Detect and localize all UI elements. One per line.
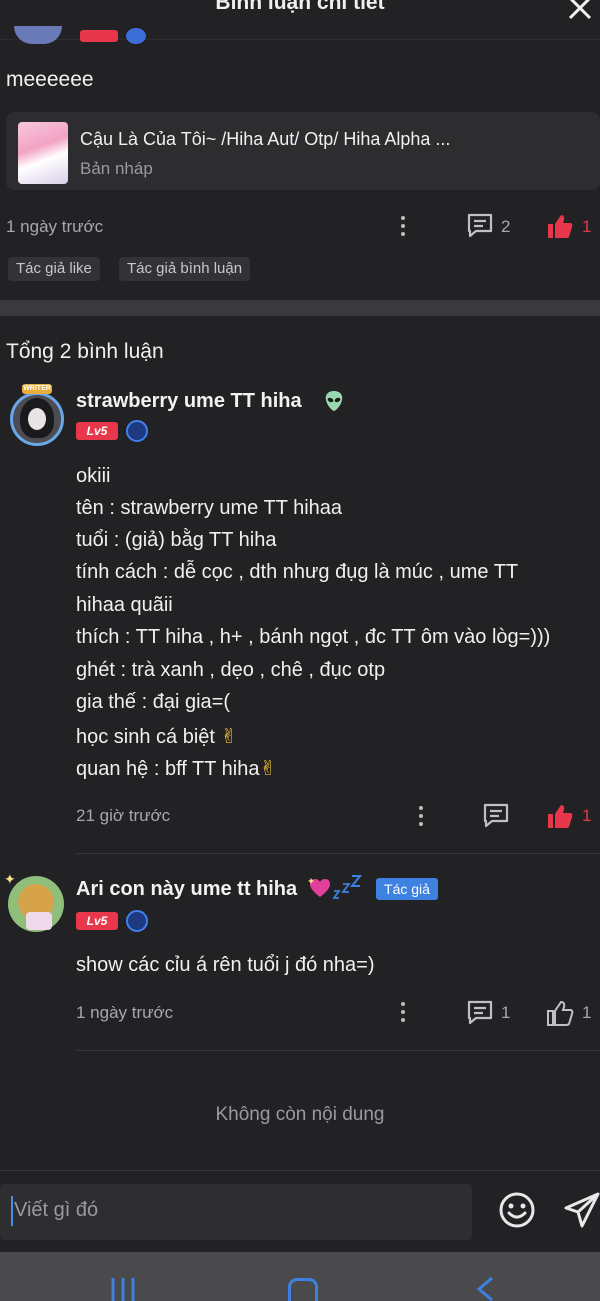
level-badge	[80, 30, 118, 42]
comment-separator	[76, 1050, 600, 1051]
shield-icon	[126, 910, 148, 932]
commenter-name[interactable]: Ari con này ume tt hiha	[76, 878, 297, 901]
avatar[interactable]: WRITER	[6, 384, 66, 446]
thumbs-up-icon[interactable]	[546, 212, 574, 240]
page-title: Bình luận chi tiết	[215, 0, 385, 14]
draft-status: Bản nháp	[80, 159, 153, 178]
comment-line: tuổi : (giả) bằg TT hiha	[76, 529, 277, 551]
story-title: Cậu Là Của Tôi~ /Hiha Aut/ Otp/ Hiha Alp…	[80, 129, 451, 149]
story-cover-thumbnail	[18, 122, 68, 184]
avatar[interactable]: ✦	[4, 872, 66, 936]
comment-line: okiii	[76, 465, 111, 487]
level-badge: Lv5	[76, 912, 118, 930]
system-nav-bar	[0, 1252, 600, 1301]
comment-line: tính cách : dễ cọc , dth nhưg đụg là múc…	[76, 561, 519, 583]
draft-card[interactable]: Cậu Là Của Tôi~ /Hiha Aut/ Otp/ Hiha Alp…	[6, 112, 600, 190]
avatar[interactable]	[14, 26, 62, 44]
comment-line: hihaa quãii	[76, 594, 173, 616]
reply-icon[interactable]	[466, 999, 494, 1025]
post-text: meeeeee	[6, 68, 94, 91]
level-badge: Lv5	[76, 422, 118, 440]
shield-icon	[126, 420, 148, 442]
shield-icon	[126, 28, 146, 44]
recent-apps-icon[interactable]	[110, 1278, 136, 1301]
tag-author-comment: Tác giả bình luận	[119, 257, 251, 281]
victory-hand-emoji: ✌	[214, 726, 238, 748]
comment-time: 21 giờ trước	[76, 806, 171, 825]
comment-line: thích : TT hiha , h+ , bánh ngọt , đc TT…	[76, 626, 551, 648]
sparkle-icon: ✦	[4, 871, 16, 887]
comment-time: 1 ngày trước	[76, 1003, 174, 1022]
more-options-icon[interactable]	[400, 1000, 406, 1024]
comment-count: 2	[501, 217, 511, 236]
more-options-icon[interactable]	[418, 804, 424, 828]
back-icon[interactable]	[474, 1276, 496, 1301]
more-options-icon[interactable]	[400, 214, 406, 238]
alien-emoji-icon	[325, 391, 343, 411]
close-icon[interactable]	[566, 0, 594, 22]
comment-separator	[76, 853, 600, 854]
no-more-content: Không còn nội dung	[215, 1104, 385, 1125]
commenter-name[interactable]: strawberry ume TT hiha	[76, 390, 302, 413]
send-icon[interactable]	[562, 1190, 600, 1230]
total-comments: Tổng 2 bình luận	[6, 340, 164, 363]
text-caret	[11, 1196, 13, 1226]
like-count: 1	[582, 1003, 592, 1022]
comment-line: học sinh cá biệt ✌	[76, 726, 238, 748]
tag-author-like: Tác giả like	[8, 257, 100, 281]
post-time: 1 ngày trước	[6, 217, 104, 236]
comment-line: ghét : trà xanh , dẹo , chê , đục otp	[76, 659, 386, 681]
reply-count: 1	[501, 1003, 511, 1022]
comment-input-placeholder: Viết gì đó	[14, 1199, 99, 1221]
comment-line: gia thế : đại gia=(	[76, 691, 230, 713]
sleep-zzz-icon	[332, 875, 362, 899]
thumbs-up-icon[interactable]	[546, 999, 574, 1027]
comment-icon[interactable]	[466, 212, 494, 238]
thumbs-up-icon[interactable]	[546, 802, 574, 830]
comment-line: show các cỉu á rên tuổi j đó nha=)	[76, 954, 375, 976]
sparkling-heart-icon	[308, 878, 330, 897]
like-count: 1	[582, 806, 592, 825]
writer-frame-label: WRITER	[22, 384, 52, 394]
home-icon[interactable]	[288, 1278, 318, 1301]
comment-line: quan hệ : bff TT hiha✌	[76, 758, 277, 780]
author-tag: Tác giả	[376, 878, 438, 900]
like-count: 1	[582, 217, 592, 236]
reply-icon[interactable]	[482, 802, 510, 828]
section-divider	[0, 300, 600, 316]
victory-hand-emoji: ✌	[259, 758, 277, 780]
comment-line: tên : strawberry ume TT hihaa	[76, 497, 343, 519]
emoji-icon[interactable]	[498, 1191, 536, 1229]
